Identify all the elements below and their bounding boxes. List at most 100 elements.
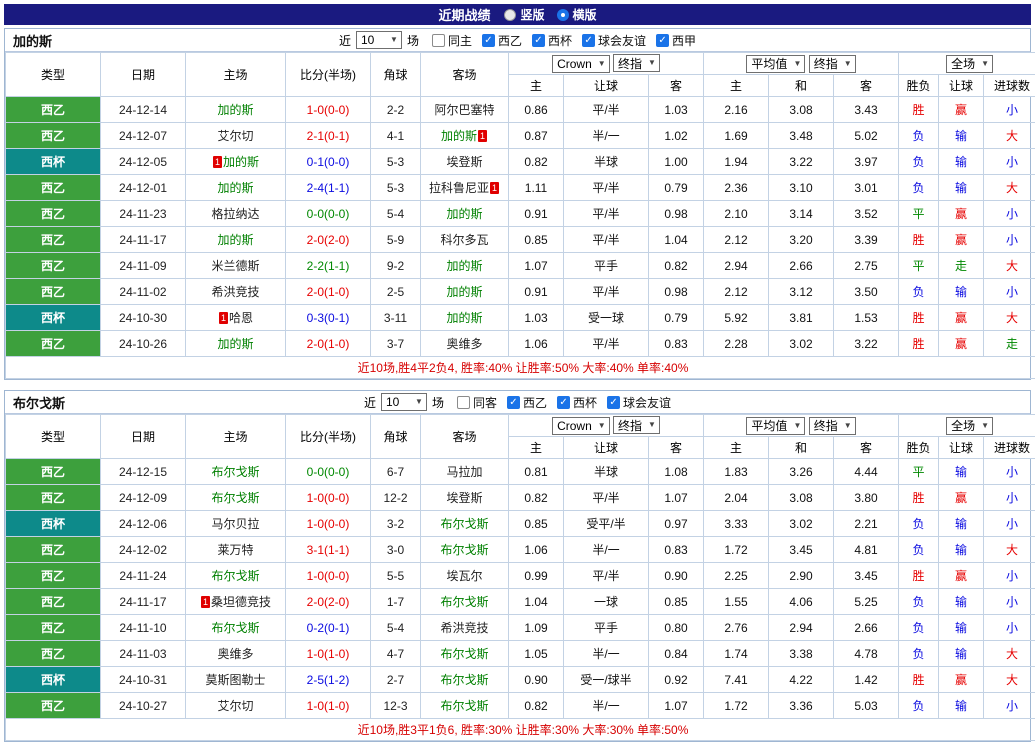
asia-handicap-cell: 半/一 xyxy=(564,537,649,563)
corner-cell: 3-11 xyxy=(371,305,421,331)
filter-同主[interactable]: 同主 xyxy=(432,32,472,49)
radio-icon[interactable] xyxy=(557,9,569,21)
league-cell: 西乙 xyxy=(6,123,101,149)
team-name: 布尔戈斯 xyxy=(440,699,488,713)
result-cell: 负 xyxy=(899,511,939,537)
red-card-badge: 1 xyxy=(478,130,487,142)
away-team-cell: 布尔戈斯 xyxy=(421,693,509,719)
goals-result-cell: 大 xyxy=(984,123,1035,149)
handicap-result-cell: 赢 xyxy=(939,97,984,123)
sub-header-euro-draw: 和 xyxy=(769,75,834,97)
euro-time-select[interactable]: 终指 ▼ xyxy=(809,417,856,435)
corner-cell: 4-7 xyxy=(371,641,421,667)
result-cell: 负 xyxy=(899,149,939,175)
filter-球会友谊[interactable]: ✓球会友谊 xyxy=(582,32,646,49)
view-option-horizontal[interactable]: 横版 xyxy=(557,6,597,23)
goals-result-cell: 小 xyxy=(984,227,1035,253)
checkbox-icon[interactable]: ✓ xyxy=(607,396,620,409)
euro-source-select[interactable]: 平均值▼ xyxy=(746,55,805,73)
filter-西甲[interactable]: ✓西甲 xyxy=(656,32,696,49)
result-cell: 平 xyxy=(899,201,939,227)
asia-home-odds-cell: 0.82 xyxy=(509,693,564,719)
handicap-result-cell: 输 xyxy=(939,511,984,537)
filter-球会友谊[interactable]: ✓球会友谊 xyxy=(607,394,671,411)
league-cell: 西乙 xyxy=(6,563,101,589)
home-team-cell: 加的斯 xyxy=(186,97,286,123)
checkbox-icon[interactable]: ✓ xyxy=(532,34,545,47)
checkbox-icon[interactable] xyxy=(432,34,445,47)
select-value: 终指 xyxy=(814,417,838,434)
col-header-date: 日期 xyxy=(101,415,186,459)
filter-西杯[interactable]: ✓西杯 xyxy=(557,394,597,411)
filter-同客[interactable]: 同客 xyxy=(457,394,497,411)
date-cell: 24-10-30 xyxy=(101,305,186,331)
away-team-cell: 加的斯 xyxy=(421,305,509,331)
filter-label: 同客 xyxy=(473,394,497,411)
sub-header-euro-draw: 和 xyxy=(769,437,834,459)
checkbox-icon[interactable]: ✓ xyxy=(507,396,520,409)
checkbox-icon[interactable]: ✓ xyxy=(482,34,495,47)
asia-handicap-cell: 半/一 xyxy=(564,641,649,667)
euro-source-select[interactable]: 平均值▼ xyxy=(746,417,805,435)
euro-draw-odds-cell: 3.08 xyxy=(769,485,834,511)
view-option-vertical[interactable]: 竖版 xyxy=(504,6,544,23)
radio-label: 竖版 xyxy=(520,6,544,23)
filter-西杯[interactable]: ✓西杯 xyxy=(532,32,572,49)
filter-西乙[interactable]: ✓西乙 xyxy=(482,32,522,49)
asia-away-odds-cell: 0.97 xyxy=(649,511,704,537)
radio-icon[interactable] xyxy=(504,9,516,21)
euro-home-odds-cell: 5.92 xyxy=(704,305,769,331)
filter-bar: 布尔戈斯 近 10 ▼ 场 同客✓西乙✓西杯✓球会友谊 xyxy=(5,391,1030,414)
recent-count-value: 10 xyxy=(386,395,399,409)
team-name: 艾尔切 xyxy=(217,699,253,713)
checkbox-icon[interactable] xyxy=(457,396,470,409)
euro-home-odds-cell: 1.72 xyxy=(704,537,769,563)
euro-home-odds-cell: 2.28 xyxy=(704,331,769,357)
filter-西乙[interactable]: ✓西乙 xyxy=(507,394,547,411)
goals-result-cell: 大 xyxy=(984,537,1035,563)
scope-select[interactable]: 全场▼ xyxy=(946,55,993,73)
select-value: 平均值 xyxy=(751,55,787,72)
euro-away-odds-cell: 2.21 xyxy=(834,511,899,537)
match-row: 西乙24-11-171桑坦德竞技2-0(2-0)1-7布尔戈斯1.04一球0.8… xyxy=(6,589,1035,615)
home-team-cell: 1加的斯 xyxy=(186,149,286,175)
asia-source-select[interactable]: Crown▼ xyxy=(552,417,610,435)
scope-select[interactable]: 全场▼ xyxy=(946,417,993,435)
euro-home-odds-cell: 1.69 xyxy=(704,123,769,149)
score-cell: 2-0(1-0) xyxy=(286,279,371,305)
handicap-result-cell: 输 xyxy=(939,123,984,149)
date-cell: 24-10-27 xyxy=(101,693,186,719)
home-team-cell: 加的斯 xyxy=(186,175,286,201)
filter-label: 西乙 xyxy=(523,394,547,411)
asia-source-select[interactable]: Crown▼ xyxy=(552,55,610,73)
asia-handicap-cell: 平/半 xyxy=(564,331,649,357)
filter-label: 西甲 xyxy=(672,32,696,49)
goals-result-cell: 小 xyxy=(984,693,1035,719)
recent-count-value: 10 xyxy=(361,33,374,47)
asia-away-odds-cell: 1.02 xyxy=(649,123,704,149)
filters: 近 10 ▼ 场 同客✓西乙✓西杯✓球会友谊 xyxy=(364,393,671,411)
corner-cell: 3-2 xyxy=(371,511,421,537)
result-cell: 负 xyxy=(899,641,939,667)
asia-time-select[interactable]: 终指▼ xyxy=(613,416,660,434)
checkbox-icon[interactable]: ✓ xyxy=(656,34,669,47)
asia-time-select[interactable]: 终指▼ xyxy=(613,54,660,72)
euro-draw-odds-cell: 3.10 xyxy=(769,175,834,201)
match-row: 西乙24-10-27艾尔切1-0(1-0)12-3布尔戈斯0.82半/一1.07… xyxy=(6,693,1035,719)
handicap-result-cell: 赢 xyxy=(939,227,984,253)
recent-count-select[interactable]: 10 ▼ xyxy=(356,31,402,49)
goals-result-cell: 小 xyxy=(984,511,1035,537)
date-cell: 24-12-02 xyxy=(101,537,186,563)
chevron-down-icon: ▼ xyxy=(844,422,852,430)
match-row: 西乙24-11-24布尔戈斯1-0(0-0)5-5埃瓦尔0.99平/半0.902… xyxy=(6,563,1035,589)
checkbox-icon[interactable]: ✓ xyxy=(557,396,570,409)
euro-home-odds-cell: 2.12 xyxy=(704,227,769,253)
team-name: 科尔多瓦 xyxy=(440,233,488,247)
team-name: 加的斯 xyxy=(446,311,482,325)
checkbox-icon[interactable]: ✓ xyxy=(582,34,595,47)
asia-handicap-cell: 受一球 xyxy=(564,305,649,331)
recent-count-select[interactable]: 10 ▼ xyxy=(381,393,427,411)
match-row: 西乙24-11-10布尔戈斯0-2(0-1)5-4希洪竞技1.09平手0.802… xyxy=(6,615,1035,641)
chevron-down-icon: ▼ xyxy=(648,421,656,429)
euro-time-select[interactable]: 终指▼ xyxy=(809,55,856,73)
